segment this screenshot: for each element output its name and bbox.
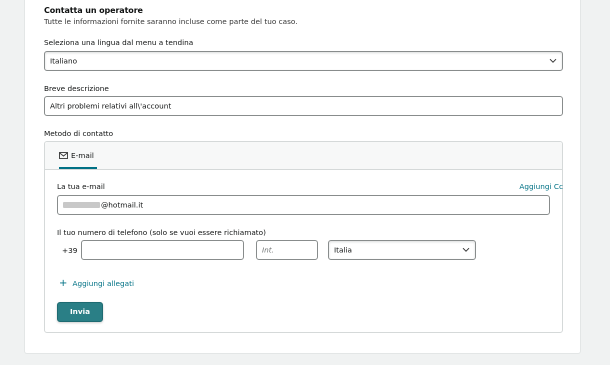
submit-button[interactable]: Invia bbox=[57, 302, 103, 322]
phone-label: Il tuo numero di telefono (solo se vuoi … bbox=[57, 228, 266, 237]
add-attachments-link[interactable]: + Aggiungi allegati bbox=[59, 271, 134, 290]
chevron-down-icon bbox=[462, 247, 470, 252]
description-label: Breve descrizione bbox=[44, 84, 109, 93]
section-subtitle: Tutte le informazioni fornite saranno in… bbox=[44, 17, 298, 26]
contact-card: Contatta un operatore Tutte le informazi… bbox=[24, 0, 581, 354]
contact-method-panel: E-mail La tua e-mail Aggiungi Cc @hotmai… bbox=[44, 141, 563, 333]
contact-tabs: E-mail bbox=[45, 142, 562, 170]
country-code: +39 bbox=[62, 246, 78, 255]
plus-icon: + bbox=[59, 278, 68, 289]
language-label: Seleziona una lingua dal menu a tendina bbox=[44, 38, 194, 47]
add-cc-link[interactable]: Aggiungi Cc bbox=[519, 182, 563, 191]
contact-method-label: Metodo di contatto bbox=[44, 129, 114, 138]
description-value: Altri problemi relativi all\'account bbox=[50, 101, 172, 111]
email-value: @hotmail.it bbox=[101, 200, 144, 210]
chevron-down-icon bbox=[549, 58, 557, 63]
extension-input[interactable]: Int. bbox=[256, 240, 318, 260]
section-title: Contatta un operatore bbox=[44, 6, 143, 15]
tab-email[interactable]: E-mail bbox=[59, 142, 97, 169]
description-input[interactable]: Altri problemi relativi all\'account bbox=[44, 96, 563, 116]
language-select[interactable]: Italiano bbox=[44, 51, 563, 71]
email-input[interactable]: @hotmail.it bbox=[57, 195, 550, 215]
language-selected-value: Italiano bbox=[50, 56, 78, 66]
extension-placeholder: Int. bbox=[262, 245, 274, 255]
redacted-email-prefix bbox=[63, 202, 100, 208]
phone-input[interactable] bbox=[81, 240, 244, 260]
email-label: La tua e-mail bbox=[57, 182, 105, 191]
add-attachments-label: Aggiungi allegati bbox=[72, 279, 135, 288]
country-selected-value: Italia bbox=[334, 245, 353, 255]
envelope-icon bbox=[59, 152, 68, 159]
country-select[interactable]: Italia bbox=[328, 240, 476, 260]
tab-email-label: E-mail bbox=[71, 151, 94, 160]
